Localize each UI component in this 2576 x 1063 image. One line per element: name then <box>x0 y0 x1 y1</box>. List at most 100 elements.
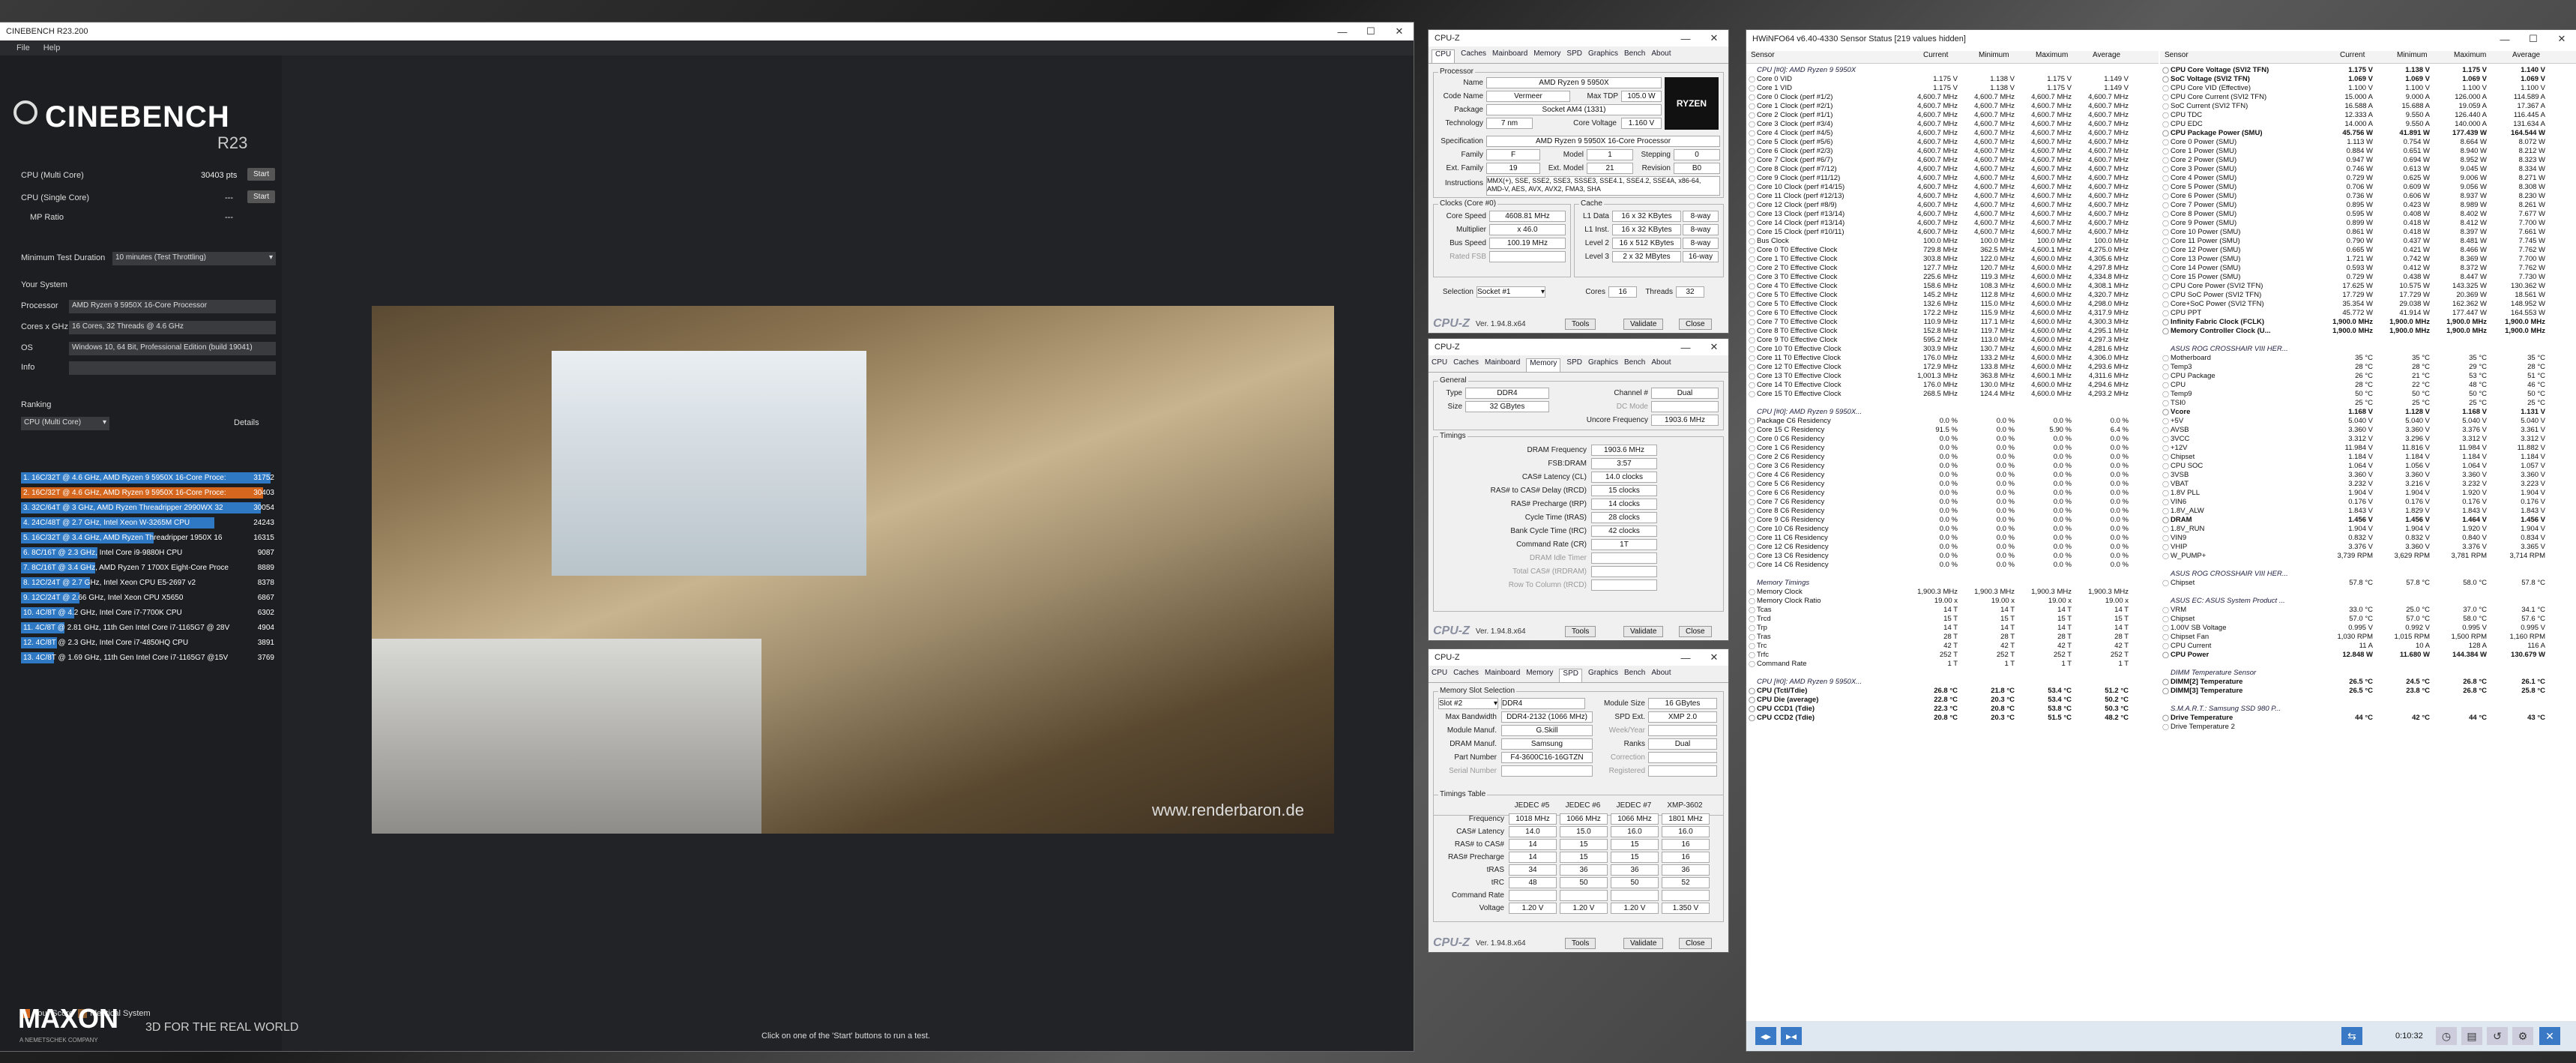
tab-graphics[interactable]: Graphics <box>1588 49 1618 63</box>
sensor-row[interactable]: ◯ Core 9 Clock (perf #11/12) 4,600.7 MHz 4,… <box>1746 174 2159 183</box>
tab-memory[interactable]: Memory <box>1533 49 1560 63</box>
socket-select[interactable]: Socket #1 ▾ <box>1476 286 1545 298</box>
sensor-row[interactable]: ◯ Core 13 Clock (perf #13/14) 4,600.7 MHz 4… <box>1746 210 2159 219</box>
sensor-row[interactable]: ◯ Core 0 C6 Residency 0.0 % 0.0 % 0.0 % 0.0 % <box>1746 435 2159 444</box>
sensor-row[interactable]: ◯ Core 4 Power (SMU) 0.729 W 0.625 W 9.006 W… <box>2160 174 2576 183</box>
sensor-row[interactable]: ◯ CPU PPT 45.772 W 41.914 W 177.447 W 164.553… <box>2160 309 2576 318</box>
network-icon[interactable]: ⇆ <box>2341 1027 2362 1045</box>
sensor-row[interactable]: ◯ Core 1 Clock (perf #2/1) 4,600.7 MHz 4,60… <box>1746 102 2159 111</box>
ranking-select[interactable]: CPU (Multi Core) ▾ <box>21 417 109 430</box>
tab-about[interactable]: About <box>1651 669 1671 682</box>
clock-icon[interactable]: ◷ <box>2436 1027 2457 1045</box>
tab-memory[interactable]: Memory <box>1526 669 1553 682</box>
single-start-button[interactable]: Start <box>247 190 276 203</box>
sensor-group-header[interactable]: CPU [#0]: AMD Ryzen 9 5950X... <box>1746 408 2159 417</box>
sensor-row[interactable]: ◯ Core 12 Power (SMU) 0.665 W 0.421 W 8.466 … <box>2160 246 2576 255</box>
sensor-row[interactable]: ◯ Core 8 Clock (perf #7/12) 4,600.7 MHz 4,6… <box>1746 165 2159 174</box>
tab-cpu[interactable]: CPU <box>1432 358 1447 372</box>
col-maximum[interactable]: Maximum <box>2454 51 2486 59</box>
sensor-row[interactable]: ◯ Core 7 C6 Residency 0.0 % 0.0 % 0.0 % 0.0 % <box>1746 498 2159 507</box>
sensor-row[interactable]: ◯ Chipset Fan 1,030 RPM 1,015 RPM 1,500 RPM 1… <box>2160 633 2576 642</box>
sensor-row[interactable]: ◯ 3VSB 3.360 V 3.360 V 3.360 V 3.360 V <box>2160 471 2576 480</box>
sensor-row[interactable] <box>1746 570 2159 579</box>
sensor-row[interactable]: ◯ CPU Core Current (SVI2 TFN) 15.000 A 9.00… <box>2160 93 2576 102</box>
maximize-icon[interactable]: ☐ <box>1357 25 1385 37</box>
minimize-icon[interactable]: — <box>1328 26 1357 37</box>
close-icon[interactable]: ✕ <box>1385 25 1414 37</box>
sensor-row[interactable]: ◯ Core 0 Power (SMU) 1.113 W 0.754 W 8.664 W… <box>2160 138 2576 147</box>
report-icon[interactable]: ▤ <box>2461 1027 2482 1045</box>
minimize-icon[interactable]: — <box>1671 33 1700 44</box>
details-button[interactable]: Details <box>234 418 259 427</box>
sensor-row[interactable]: ◯ Core 10 C6 Residency 0.0 % 0.0 % 0.0 % 0.0 … <box>1746 525 2159 534</box>
sensor-row[interactable]: ◯ CPU CCD1 (Tdie) 22.3 °C 20.8 °C 53.8 °C 50.… <box>1746 705 2159 714</box>
sensor-row[interactable]: ◯ Chipset 1.184 V 1.184 V 1.184 V 1.184 V <box>2160 453 2576 462</box>
sensor-row[interactable]: ◯ DIMM[2] Temperature 26.5 °C 24.5 °C 26.8 °… <box>2160 678 2576 687</box>
sensor-row[interactable]: ◯ VHIP 3.376 V 3.360 V 3.376 V 3.365 V <box>2160 543 2576 552</box>
sensor-row[interactable]: ◯ AVSB 3.360 V 3.360 V 3.376 V 3.361 V <box>2160 426 2576 435</box>
col-sensor[interactable]: Sensor <box>1751 51 1775 59</box>
col-average[interactable]: Average <box>2093 51 2120 59</box>
col-minimum[interactable]: Minimum <box>2397 51 2428 59</box>
sensor-row[interactable]: ◯ Bus Clock 100.0 MHz 100.0 MHz 100.0 MHz 100… <box>1746 237 2159 246</box>
sensor-row[interactable]: ◯ Core 7 Power (SMU) 0.895 W 0.423 W 8.989 W… <box>2160 201 2576 210</box>
sensor-row[interactable]: ◯ Core 5 C6 Residency 0.0 % 0.0 % 0.0 % 0.0 % <box>1746 480 2159 489</box>
col-sensor[interactable]: Sensor <box>2165 51 2189 59</box>
sensor-row[interactable]: ◯ Core 7 Clock (perf #6/7) 4,600.7 MHz 4,60… <box>1746 156 2159 165</box>
sensor-row[interactable]: ◯ Core 2 C6 Residency 0.0 % 0.0 % 0.0 % 0.0 % <box>1746 453 2159 462</box>
nav-right-icon[interactable]: ▸◂ <box>1781 1027 1802 1045</box>
validate-button[interactable]: Validate <box>1623 318 1664 330</box>
sensor-row[interactable]: ◯ Core 11 Clock (perf #12/13) 4,600.7 MHz 4… <box>1746 192 2159 201</box>
sensor-row[interactable]: ◯ 3VCC 3.312 V 3.296 V 3.312 V 3.312 V <box>2160 435 2576 444</box>
tab-caches[interactable]: Caches <box>1453 669 1479 682</box>
sensor-row[interactable]: ◯ Core+SoC Power (SVI2 TFN) 35.354 W 29.038… <box>2160 300 2576 309</box>
tab-about[interactable]: About <box>1651 358 1671 372</box>
sensor-row[interactable]: ◯ Core 14 Clock (perf #13/14) 4,600.7 MHz 4… <box>1746 219 2159 228</box>
sensor-row[interactable]: ◯ Core 2 T0 Effective Clock 127.7 MHz 120.7… <box>1746 264 2159 273</box>
minimize-icon[interactable]: — <box>2491 34 2519 45</box>
sensor-row[interactable]: ◯ Core 0 T0 Effective Clock 729.8 MHz 362.5… <box>1746 246 2159 255</box>
sensor-row[interactable]: ◯ Memory Clock 1,900.3 MHz 1,900.3 MHz 1,900… <box>1746 588 2159 597</box>
tab-spd[interactable]: SPD <box>1559 669 1582 682</box>
col-maximum[interactable]: Maximum <box>2036 51 2068 59</box>
sensor-row[interactable]: ◯ Memory Clock Ratio 19.00 x 19.00 x 19.00 x… <box>1746 597 2159 606</box>
tab-mainboard[interactable]: Mainboard <box>1492 49 1527 63</box>
sensor-row[interactable]: ◯ DIMM[3] Temperature 26.5 °C 23.8 °C 26.8 °… <box>2160 687 2576 696</box>
sensor-row[interactable]: ◯ Core 14 T0 Effective Clock 176.0 MHz 130.… <box>1746 381 2159 390</box>
sensor-row[interactable]: ◯ CPU Package 26 °C 21 °C 53 °C 51 °C <box>2160 372 2576 381</box>
sensor-row[interactable]: ◯ Core 6 Power (SMU) 0.736 W 0.606 W 8.937 W… <box>2160 192 2576 201</box>
sensor-row[interactable]: ◯ Core 6 T0 Effective Clock 172.2 MHz 115.9… <box>1746 309 2159 318</box>
sensor-row[interactable]: ◯ Core 9 T0 Effective Clock 595.2 MHz 113.0… <box>1746 336 2159 345</box>
sensor-row[interactable]: ◯ Temp3 28 °C 28 °C 29 °C 28 °C <box>2160 363 2576 372</box>
sensor-row[interactable]: ◯ Vcore 1.168 V 1.128 V 1.168 V 1.131 V <box>2160 408 2576 417</box>
sensor-row[interactable]: ◯ Trc 42 T 42 T 42 T 42 T <box>1746 642 2159 651</box>
sensor-row[interactable] <box>1746 669 2159 678</box>
close-button[interactable]: Close <box>1679 625 1712 637</box>
sensor-row[interactable]: ◯ Core 9 Power (SMU) 0.899 W 0.418 W 8.412 W… <box>2160 219 2576 228</box>
sensor-row[interactable]: ◯ CPU Core VID (Effective) 1.100 V 1.100 V 1… <box>2160 84 2576 93</box>
sensor-row[interactable]: ◯ Core 4 T0 Effective Clock 158.6 MHz 108.3… <box>1746 282 2159 291</box>
sensor-row[interactable]: ◯ DRAM 1.456 V 1.456 V 1.464 V 1.456 V <box>2160 516 2576 525</box>
slot-select[interactable]: Slot #2 ▾ <box>1438 698 1498 709</box>
cinebench-titlebar[interactable]: CINEBENCH R23.200 — ☐ ✕ <box>0 22 1414 40</box>
sensor-row[interactable]: ◯ CPU SOC 1.064 V 1.056 V 1.064 V 1.057 V <box>2160 462 2576 471</box>
ranking-row[interactable]: 11. 4C/8T @ 2.81 GHz, 11th Gen Intel Cor… <box>21 622 276 633</box>
sensor-row[interactable]: ◯ Core 5 T0 Effective Clock 145.2 MHz 112.8… <box>1746 291 2159 300</box>
tab-cpu[interactable]: CPU <box>1432 49 1456 63</box>
sensor-group-header[interactable]: CPU [#0]: AMD Ryzen 9 5950X... <box>1746 678 2159 687</box>
tab-bench[interactable]: Bench <box>1624 669 1645 682</box>
tab-bench[interactable]: Bench <box>1624 358 1645 372</box>
sensor-row[interactable]: ◯ Core 1 T0 Effective Clock 303.8 MHz 122.0… <box>1746 255 2159 264</box>
sensor-row[interactable]: ◯ Trp 14 T 14 T 14 T 14 T <box>1746 624 2159 633</box>
sensor-row[interactable]: ◯ Core 15 Power (SMU) 0.729 W 0.438 W 8.447 … <box>2160 273 2576 282</box>
close-icon[interactable]: ✕ <box>1700 651 1728 663</box>
sensor-row[interactable]: ◯ VIN6 0.176 V 0.176 V 0.176 V 0.176 V <box>2160 498 2576 507</box>
tab-graphics[interactable]: Graphics <box>1588 358 1618 372</box>
tab-spd[interactable]: SPD <box>1566 49 1582 63</box>
sensor-row[interactable]: ◯ CPU SoC Power (SVI2 TFN) 17.729 W 17.729 … <box>2160 291 2576 300</box>
close-icon[interactable]: ✕ <box>2539 1027 2560 1045</box>
sensor-row[interactable] <box>2160 336 2576 345</box>
sensor-row[interactable]: ◯ Core 15 Clock (perf #10/11) 4,600.7 MHz 4… <box>1746 228 2159 237</box>
sensor-row[interactable]: ◯ Infinity Fabric Clock (FCLK) 1,900.0 MHz… <box>2160 318 2576 327</box>
sensor-row[interactable]: ◯ Core 0 VID 1.175 V 1.138 V 1.175 V 1.149 V <box>1746 75 2159 84</box>
